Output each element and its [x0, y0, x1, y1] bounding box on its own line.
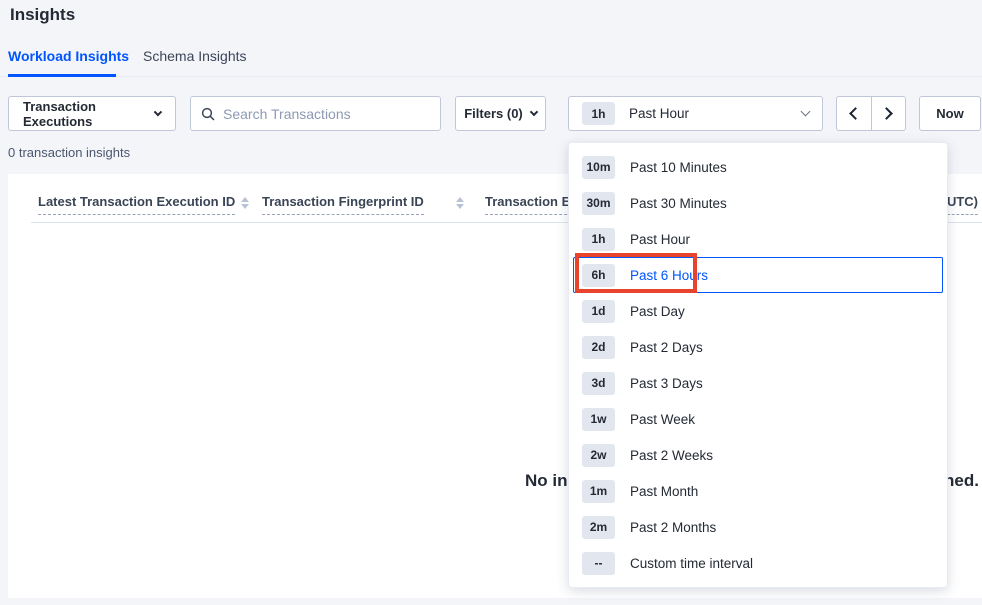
time-option-badge: 1d — [582, 300, 615, 323]
time-option-badge: 3d — [582, 372, 615, 395]
time-range-option[interactable]: 10m Past 10 Minutes — [573, 149, 943, 185]
time-option-badge: 2d — [582, 336, 615, 359]
insights-count: 0 transaction insights — [8, 145, 130, 160]
time-option-badge: -- — [582, 552, 615, 575]
time-option-label: Past 2 Months — [630, 520, 716, 535]
time-option-label: Past Day — [630, 304, 685, 319]
time-option-label: Past Week — [630, 412, 695, 427]
time-option-label: Past 10 Minutes — [630, 160, 727, 175]
sort-icon[interactable] — [455, 197, 464, 209]
search-icon — [201, 107, 215, 121]
chevron-down-icon — [530, 107, 538, 115]
execution-type-dropdown[interactable]: Transaction Executions — [8, 96, 176, 131]
sort-up-icon — [456, 197, 464, 202]
column-header-transaction-fingerprint-id[interactable]: Transaction Fingerprint ID — [262, 194, 424, 215]
time-option-label: Past 2 Days — [630, 340, 703, 355]
search-input[interactable] — [223, 106, 430, 122]
time-range-option[interactable]: 1d Past Day — [573, 293, 943, 329]
tab-bar: Workload Insights Schema Insights — [0, 45, 982, 77]
next-time-button[interactable] — [871, 97, 905, 130]
tab-schema-insights[interactable]: Schema Insights — [143, 48, 247, 64]
sort-down-icon — [241, 204, 249, 209]
previous-time-button[interactable] — [837, 97, 871, 130]
filters-button[interactable]: Filters (0) — [455, 96, 546, 131]
time-option-label: Past 6 Hours — [630, 268, 708, 283]
time-range-option[interactable]: -- Custom time interval — [573, 545, 943, 581]
time-option-label: Past 3 Days — [630, 376, 703, 391]
time-range-badge: 1h — [582, 102, 615, 125]
filters-label: Filters (0) — [464, 106, 523, 121]
tab-workload-insights[interactable]: Workload Insights — [8, 48, 129, 64]
column-header-transaction-execution[interactable]: Transaction Ex — [485, 194, 577, 215]
time-range-dropdown-trigger[interactable]: 1h Past Hour — [568, 96, 823, 131]
sort-up-icon — [241, 197, 249, 202]
time-range-option[interactable]: 2m Past 2 Months — [573, 509, 943, 545]
chevron-down-icon — [801, 107, 811, 117]
time-range-dropdown-menu: 10m Past 10 Minutes 30m Past 30 Minutes … — [568, 142, 948, 588]
time-option-badge: 1h — [582, 228, 615, 251]
time-option-label: Past 30 Minutes — [630, 196, 727, 211]
chevron-left-icon — [849, 107, 862, 120]
insights-page: Insights Workload Insights Schema Insigh… — [0, 0, 982, 605]
time-range-option[interactable]: 30m Past 30 Minutes — [573, 185, 943, 221]
column-header-start-time-utc-fragment[interactable]: UTC) — [947, 194, 978, 215]
time-range-option[interactable]: 2d Past 2 Days — [573, 329, 943, 365]
time-range-option[interactable]: 1w Past Week — [573, 401, 943, 437]
time-nav-arrows — [836, 96, 906, 131]
search-box — [190, 96, 441, 131]
time-option-badge: 1m — [582, 480, 615, 503]
time-option-badge: 30m — [582, 192, 615, 215]
time-option-label: Custom time interval — [630, 556, 753, 571]
time-option-label: Past Hour — [630, 232, 690, 247]
time-option-label: Past 2 Weeks — [630, 448, 713, 463]
time-option-badge: 1w — [582, 408, 615, 431]
chevron-down-icon — [154, 107, 162, 115]
time-range-label: Past Hour — [629, 106, 689, 121]
active-tab-underline — [8, 74, 116, 77]
time-range-option[interactable]: 3d Past 3 Days — [573, 365, 943, 401]
column-header-latest-transaction-execution-id[interactable]: Latest Transaction Execution ID — [38, 194, 235, 215]
time-range-option[interactable]: 1m Past Month — [573, 473, 943, 509]
now-button[interactable]: Now — [919, 96, 981, 131]
time-range-option[interactable]: 1h Past Hour — [573, 221, 943, 257]
sort-icon[interactable] — [240, 197, 249, 209]
page-title: Insights — [10, 5, 75, 25]
time-option-badge: 2m — [582, 516, 615, 539]
time-option-badge: 2w — [582, 444, 615, 467]
execution-type-label: Transaction Executions — [23, 99, 155, 129]
time-option-label: Past Month — [630, 484, 698, 499]
empty-state-text-right: ned. — [944, 471, 979, 491]
empty-state-text-left: No in — [525, 471, 568, 491]
now-label: Now — [936, 106, 963, 121]
time-range-option[interactable]: 2w Past 2 Weeks — [573, 437, 943, 473]
time-range-option[interactable]: 6h Past 6 Hours — [573, 257, 943, 293]
time-option-badge: 10m — [582, 156, 615, 179]
sort-down-icon — [456, 204, 464, 209]
time-option-badge: 6h — [582, 264, 615, 287]
chevron-right-icon — [881, 107, 894, 120]
